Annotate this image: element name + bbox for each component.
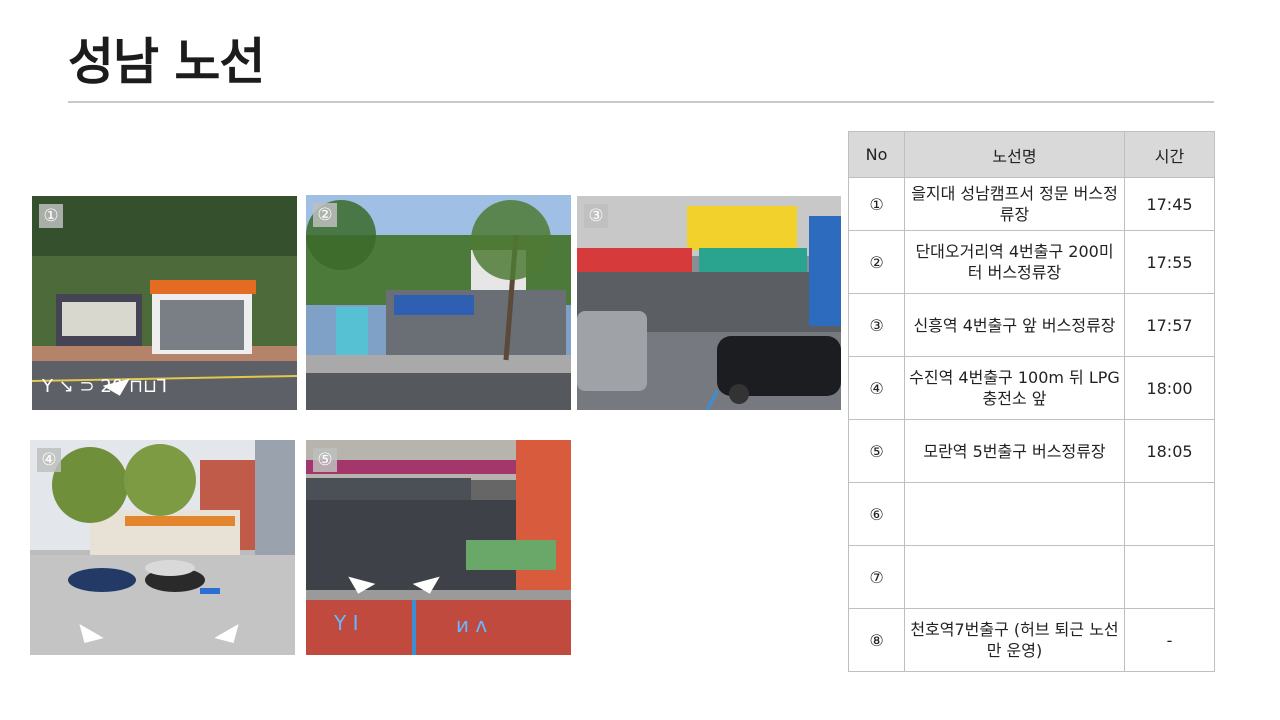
photo-badge-2: ② [313, 203, 337, 227]
col-header-time: 시간 [1124, 131, 1215, 178]
cell-route-name [904, 482, 1125, 546]
svg-text:Y I: Y I [333, 611, 358, 635]
cell-route-name: 신흥역 4번출구 앞 버스정류장 [904, 293, 1125, 357]
table-row: ② 단대오거리역 4번출구 200미터 버스정류장 17:55 [848, 230, 1215, 294]
svg-text:ᴎ ᴧ: ᴎ ᴧ [456, 613, 487, 637]
stop-photo-5: Y I ᴎ ᴧ ⑤ [306, 440, 571, 655]
col-header-route-name: 노선명 [904, 131, 1125, 178]
cell-no: ② [848, 230, 905, 294]
cell-no: ⑥ [848, 482, 905, 546]
cell-route-name: 수진역 4번출구 100m 뒤 LPG충전소 앞 [904, 356, 1125, 420]
photo-badge-5: ⑤ [313, 448, 337, 472]
cell-time [1124, 482, 1215, 546]
stop-photo-2: ② [306, 195, 571, 410]
stop-photo-2-scene [306, 195, 571, 410]
route-table: No 노선명 시간 ① 을지대 성남캠프서 정문 버스정류장 17:45 ② 단… [848, 131, 1215, 672]
stop-photo-1-scene: Y ↘ ⊃ 20 ⊓⊔⅂ [32, 196, 297, 410]
photo-badge-4: ④ [37, 448, 61, 472]
stop-photo-3: ③ [577, 196, 841, 410]
stop-photo-5-scene: Y I ᴎ ᴧ [306, 440, 571, 655]
title-divider [68, 101, 1214, 103]
cell-no: ⑧ [848, 608, 905, 672]
table-row: ③ 신흥역 4번출구 앞 버스정류장 17:57 [848, 293, 1215, 357]
photo-badge-1: ① [39, 204, 63, 228]
page-title: 성남 노선 [68, 33, 265, 91]
cell-no: ③ [848, 293, 905, 357]
photo-badge-3: ③ [584, 204, 608, 228]
cell-time: 17:57 [1124, 293, 1215, 357]
cell-time: 17:55 [1124, 230, 1215, 294]
table-row: ⑤ 모란역 5번출구 버스정류장 18:05 [848, 419, 1215, 483]
table-row: ① 을지대 성남캠프서 정문 버스정류장 17:45 [848, 177, 1215, 231]
cell-time: 18:05 [1124, 419, 1215, 483]
cell-route-name: 단대오거리역 4번출구 200미터 버스정류장 [904, 230, 1125, 294]
cell-route-name: 천호역7번출구 (허브 퇴근 노선만 운영) [904, 608, 1125, 672]
table-row: ⑥ [848, 482, 1215, 546]
cell-no: ① [848, 177, 905, 231]
cell-time [1124, 545, 1215, 609]
cell-route-name: 을지대 성남캠프서 정문 버스정류장 [904, 177, 1125, 231]
stop-photo-3-scene [577, 196, 841, 410]
cell-time: 17:45 [1124, 177, 1215, 231]
cell-route-name [904, 545, 1125, 609]
stop-photo-1: Y ↘ ⊃ 20 ⊓⊔⅂ ① [32, 196, 297, 410]
cell-no: ⑦ [848, 545, 905, 609]
table-row: ④ 수진역 4번출구 100m 뒤 LPG충전소 앞 18:00 [848, 356, 1215, 420]
table-header-row: No 노선명 시간 [848, 131, 1215, 178]
cell-time: - [1124, 608, 1215, 672]
cell-time: 18:00 [1124, 356, 1215, 420]
table-row: ⑧ 천호역7번출구 (허브 퇴근 노선만 운영) - [848, 608, 1215, 672]
table-row: ⑦ [848, 545, 1215, 609]
col-header-no: No [848, 131, 905, 178]
cell-no: ④ [848, 356, 905, 420]
cell-route-name: 모란역 5번출구 버스정류장 [904, 419, 1125, 483]
cell-no: ⑤ [848, 419, 905, 483]
stop-photo-4: ④ [30, 440, 295, 655]
stop-photo-4-scene [30, 440, 295, 655]
